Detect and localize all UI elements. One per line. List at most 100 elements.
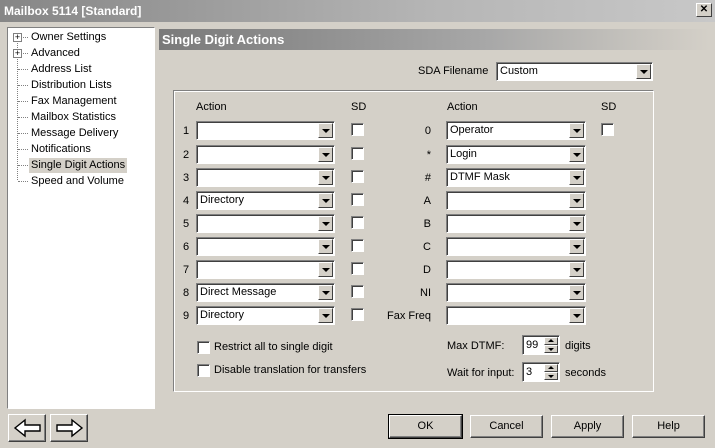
- chevron-down-icon[interactable]: [569, 170, 584, 185]
- chevron-down-icon[interactable]: [569, 262, 584, 277]
- sd-checkbox[interactable]: [351, 239, 364, 252]
- action-select[interactable]: DTMF Mask: [446, 168, 586, 187]
- tree-item-label: Fax Management: [31, 95, 117, 107]
- action-select[interactable]: Directory: [196, 306, 335, 325]
- chevron-down-icon[interactable]: [569, 308, 584, 323]
- chevron-down-icon[interactable]: [318, 285, 333, 300]
- action-value: Directory: [200, 194, 245, 206]
- close-button[interactable]: ✕: [696, 3, 712, 17]
- sd-checkbox[interactable]: [601, 123, 614, 136]
- action-select[interactable]: Directory: [196, 191, 335, 210]
- action-select[interactable]: [196, 168, 335, 187]
- action-value: Direct Message: [200, 286, 277, 298]
- tree-connector: [18, 85, 28, 86]
- tree-item-label: Advanced: [31, 47, 80, 59]
- sd-checkbox[interactable]: [351, 285, 364, 298]
- action-select[interactable]: [196, 260, 335, 279]
- chevron-down-icon[interactable]: [636, 64, 651, 79]
- spin-down-icon[interactable]: [544, 372, 558, 380]
- sd-checkbox[interactable]: [351, 308, 364, 321]
- cancel-button[interactable]: Cancel: [470, 415, 543, 438]
- action-select[interactable]: [446, 260, 586, 279]
- sd-checkbox[interactable]: [351, 147, 364, 160]
- action-select[interactable]: Direct Message: [196, 283, 335, 302]
- action-select[interactable]: Login: [446, 145, 586, 164]
- sd-checkbox[interactable]: [351, 193, 364, 206]
- chevron-down-icon[interactable]: [318, 123, 333, 138]
- right-action-header: Action: [447, 101, 478, 113]
- disable-translation-checkbox[interactable]: [197, 364, 210, 377]
- ok-button[interactable]: OK: [388, 414, 463, 439]
- spin-up-icon[interactable]: [544, 337, 558, 345]
- panel-title: Single Digit Actions: [162, 32, 285, 47]
- action-select[interactable]: Operator: [446, 121, 586, 140]
- arrow-right-icon: [56, 418, 84, 438]
- action-key-label: #: [424, 172, 431, 184]
- apply-button[interactable]: Apply: [551, 415, 624, 438]
- chevron-down-icon[interactable]: [569, 123, 584, 138]
- action-key-label: Fax Freq: [386, 310, 431, 322]
- settings-tree[interactable]: + Owner Settings + Advanced Address List Dist…: [7, 27, 155, 409]
- chevron-down-icon[interactable]: [318, 308, 333, 323]
- action-select[interactable]: [196, 121, 335, 140]
- sd-checkbox[interactable]: [351, 216, 364, 229]
- action-value: Directory: [200, 309, 245, 321]
- expand-icon[interactable]: +: [13, 49, 22, 58]
- action-select[interactable]: [446, 191, 586, 210]
- wait-input-spinner[interactable]: 3: [522, 362, 560, 382]
- action-select[interactable]: [446, 214, 586, 233]
- chevron-down-icon[interactable]: [318, 239, 333, 254]
- action-select[interactable]: [446, 283, 586, 302]
- chevron-down-icon[interactable]: [318, 170, 333, 185]
- back-button[interactable]: [8, 414, 46, 442]
- action-select[interactable]: [196, 237, 335, 256]
- tree-item-label: Owner Settings: [31, 31, 107, 43]
- chevron-down-icon[interactable]: [569, 285, 584, 300]
- action-key-label: 7: [183, 264, 190, 276]
- forward-button[interactable]: [50, 414, 88, 442]
- action-key-label: 6: [183, 241, 190, 253]
- chevron-down-icon[interactable]: [569, 216, 584, 231]
- sda-filename-value: Custom: [500, 65, 538, 77]
- action-select[interactable]: [446, 306, 586, 325]
- sda-filename-label: SDA Filename: [418, 65, 489, 77]
- restrict-single-digit-checkbox[interactable]: [197, 341, 210, 354]
- wait-input-label: Wait for input:: [447, 367, 515, 379]
- chevron-down-icon[interactable]: [569, 147, 584, 162]
- action-select[interactable]: [446, 237, 586, 256]
- expand-icon[interactable]: +: [13, 33, 22, 42]
- action-key-label: 0: [424, 125, 431, 137]
- action-key-label: 3: [183, 172, 190, 184]
- max-dtmf-spinner[interactable]: 99: [522, 335, 560, 355]
- action-key-label: 5: [183, 218, 190, 230]
- chevron-down-icon[interactable]: [569, 239, 584, 254]
- action-key-label: 4: [183, 195, 190, 207]
- tree-connector: [18, 133, 28, 134]
- sd-checkbox[interactable]: [351, 170, 364, 183]
- max-dtmf-value: 99: [526, 339, 539, 351]
- tree-connector: [17, 40, 18, 180]
- tree-item-label: Single Digit Actions: [29, 158, 128, 173]
- chevron-down-icon[interactable]: [318, 216, 333, 231]
- spin-up-icon[interactable]: [544, 364, 558, 372]
- tree-connector: [18, 69, 28, 70]
- spin-down-icon[interactable]: [544, 345, 558, 353]
- panel-header: Single Digit Actions: [159, 29, 710, 50]
- sd-checkbox[interactable]: [351, 123, 364, 136]
- sd-checkbox[interactable]: [351, 262, 364, 275]
- chevron-down-icon[interactable]: [318, 262, 333, 277]
- tree-connector: [18, 165, 28, 166]
- tree-item-label: Mailbox Statistics: [31, 111, 116, 123]
- sda-filename-select[interactable]: Custom: [496, 62, 653, 81]
- chevron-down-icon[interactable]: [318, 147, 333, 162]
- action-select[interactable]: [196, 214, 335, 233]
- action-key-label: 2: [183, 149, 190, 161]
- chevron-down-icon[interactable]: [569, 193, 584, 208]
- restrict-single-digit-label: Restrict all to single digit: [214, 341, 333, 353]
- action-select[interactable]: [196, 145, 335, 164]
- action-value: Operator: [450, 124, 494, 136]
- tree-item-label: Distribution Lists: [31, 79, 112, 91]
- chevron-down-icon[interactable]: [318, 193, 333, 208]
- help-button[interactable]: Help: [632, 415, 705, 438]
- left-action-header: Action: [196, 101, 227, 113]
